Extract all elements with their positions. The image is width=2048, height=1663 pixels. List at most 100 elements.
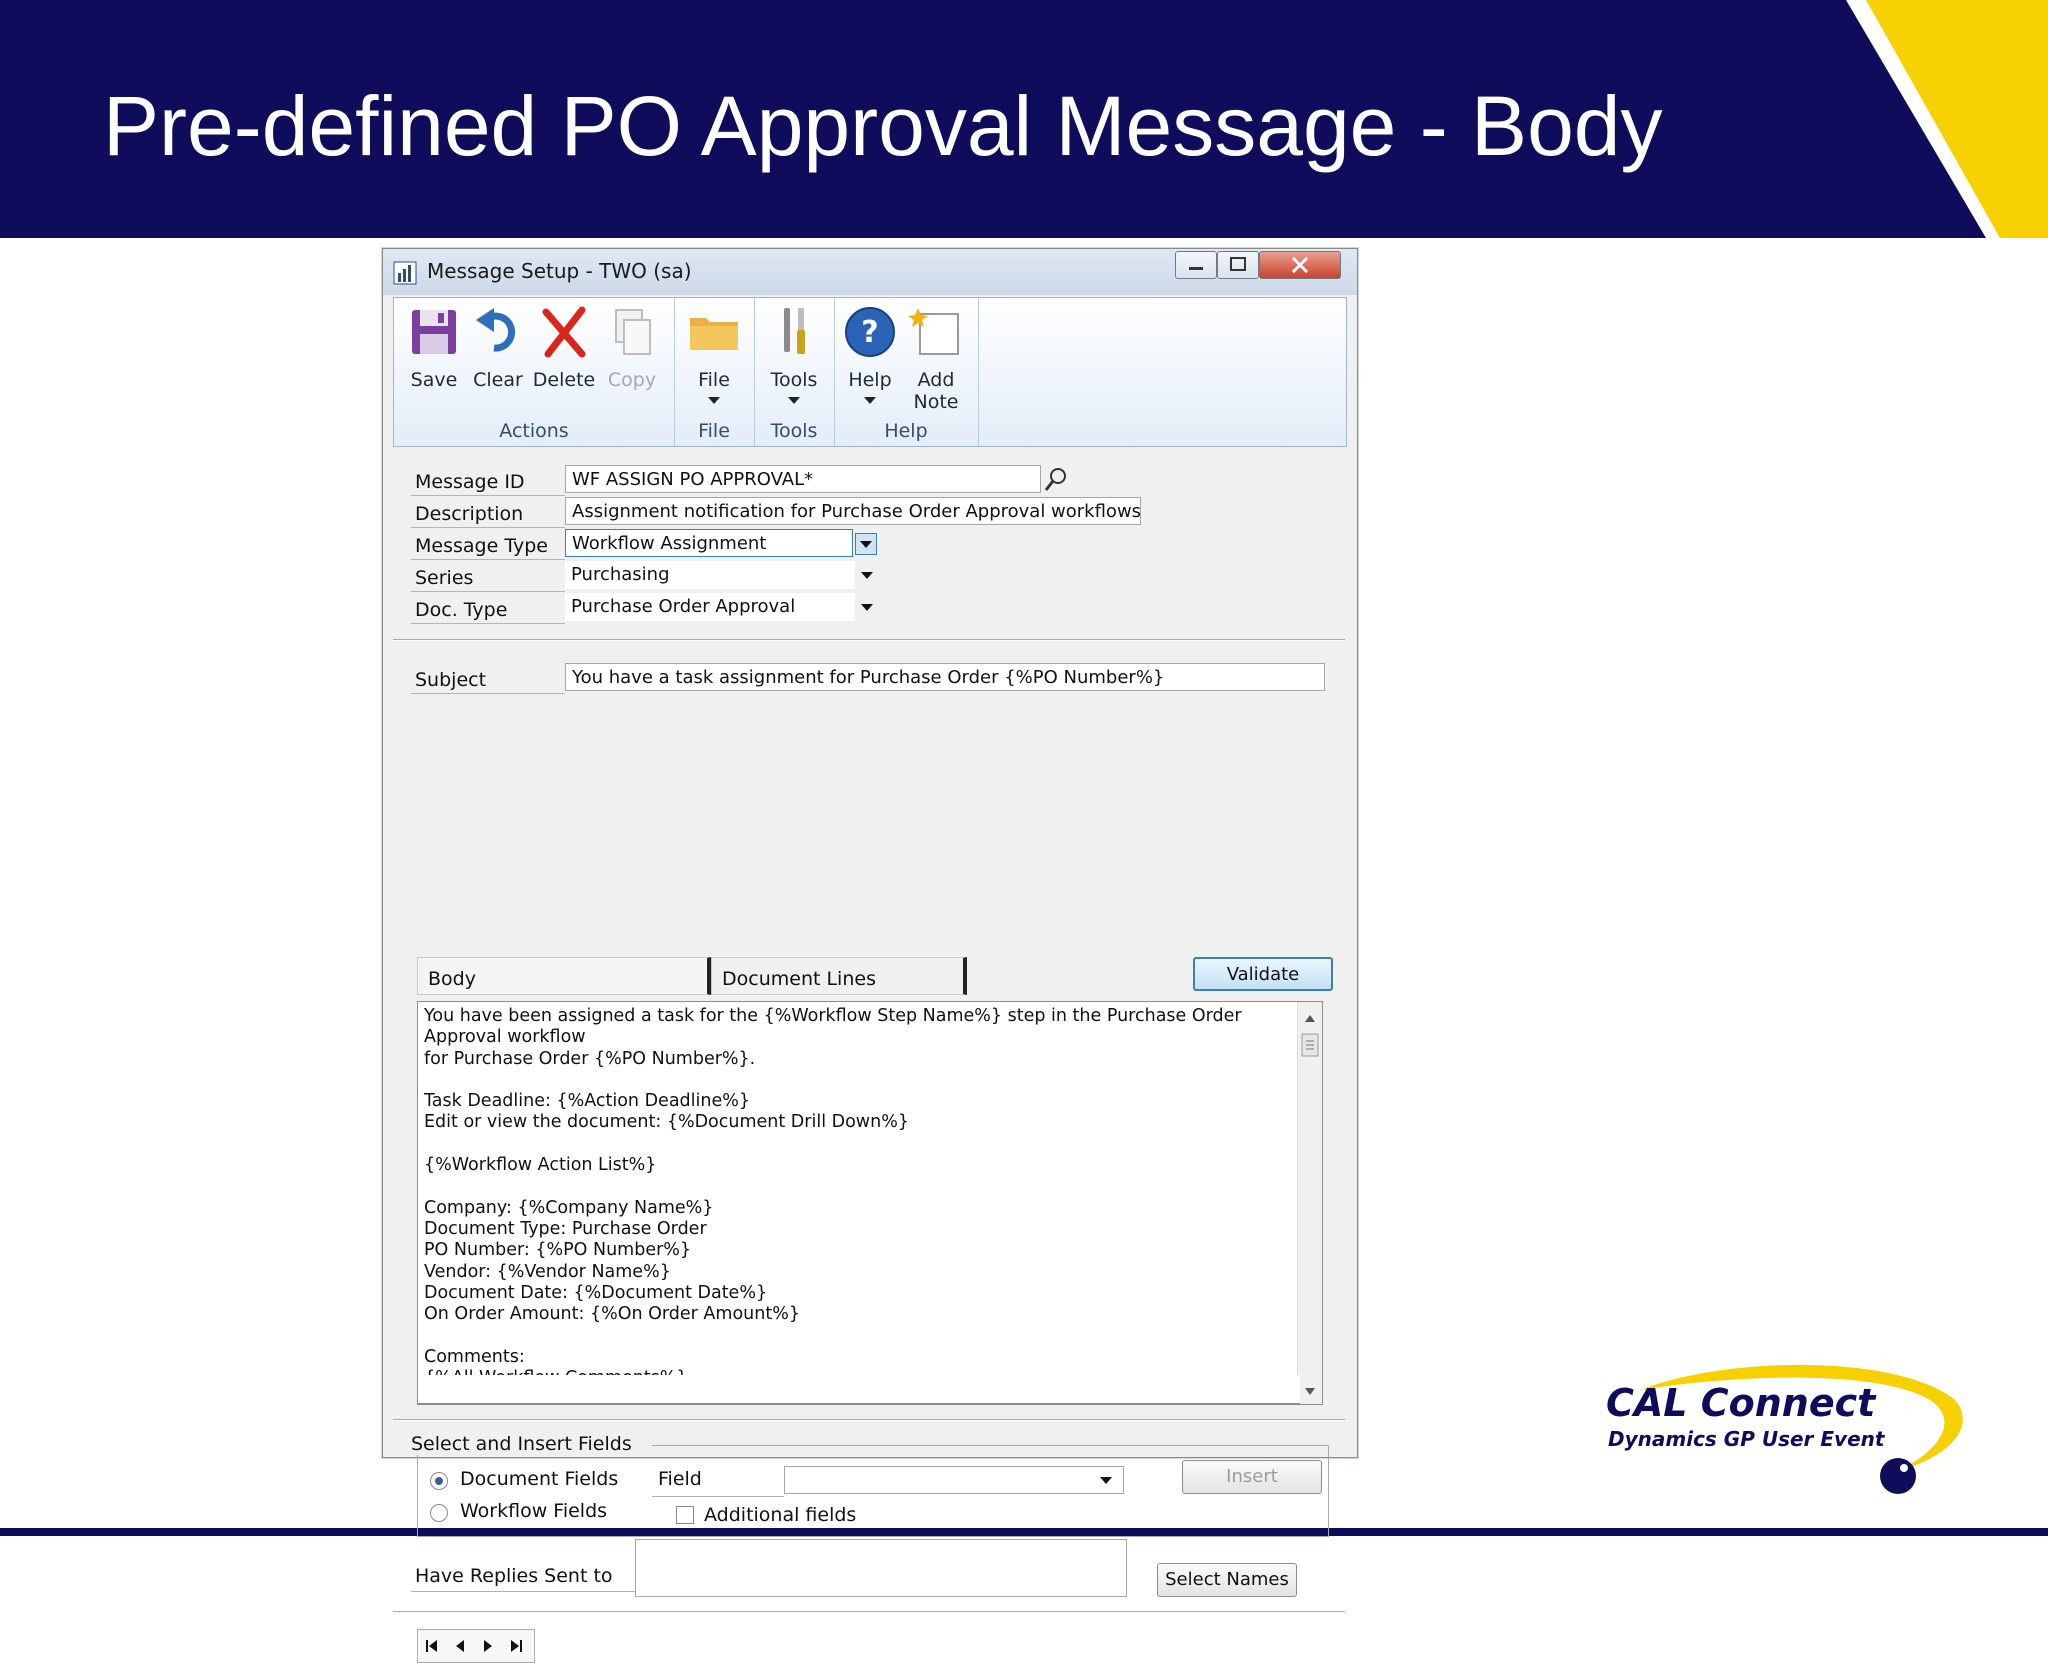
document-fields-label: Document Fields: [460, 1468, 619, 1490]
app-chart-icon: [393, 261, 417, 285]
help-button[interactable]: ? Help: [838, 304, 902, 404]
series-dropdown-button[interactable]: [857, 565, 877, 585]
field-select[interactable]: [784, 1466, 1124, 1494]
select-names-button[interactable]: Select Names: [1157, 1563, 1297, 1597]
body-text-bottom: [417, 1375, 1300, 1404]
body-text: You have been assigned a task for the {%…: [424, 1006, 1242, 1388]
copy-button[interactable]: Copy: [600, 304, 664, 391]
cal-connect-logo-graphic: CAL Connect Dynamics GP User Event: [1606, 1364, 1963, 1494]
undo-icon: [476, 308, 516, 352]
add-note-label-1: Add: [917, 369, 955, 391]
delete-button[interactable]: Delete: [530, 304, 598, 391]
document-fields-radio[interactable]: [430, 1472, 448, 1490]
delete-label: Delete: [532, 369, 596, 391]
tab-document-lines-label: Document Lines: [722, 968, 876, 990]
folder-icon: [690, 318, 738, 350]
first-record-icon[interactable]: [424, 1638, 440, 1654]
divider: [393, 639, 1345, 641]
clear-label: Clear: [473, 369, 523, 391]
chevron-down-icon: [864, 397, 876, 404]
chevron-down-icon: [1100, 1477, 1112, 1484]
ribbon-group-tools: Tools Tools: [754, 298, 835, 446]
tools-button[interactable]: Tools: [762, 304, 826, 404]
have-replies-sent-to-label: Have Replies Sent to: [415, 1565, 613, 1587]
save-icon: [412, 310, 456, 354]
replies-label-cell: Have Replies Sent to: [411, 1563, 635, 1592]
body-text-area[interactable]: You have been assigned a task for the {%…: [417, 1001, 1323, 1405]
minimize-button[interactable]: [1175, 251, 1217, 279]
doc-type-dropdown-button[interactable]: [857, 597, 877, 617]
tools-icon: [784, 308, 805, 354]
svg-text:CAL Connect: CAL Connect: [1606, 1381, 1877, 1425]
file-button[interactable]: File: [682, 304, 746, 404]
divider: [393, 1611, 1345, 1613]
ribbon-group-file: File File: [674, 298, 755, 446]
additional-fields-checkbox[interactable]: [676, 1506, 694, 1524]
clear-button[interactable]: Clear: [466, 304, 530, 391]
message-type-select[interactable]: Workflow Assignment: [565, 529, 853, 557]
chevron-down-icon: [860, 541, 872, 548]
group-label-tools: Tools: [770, 420, 818, 442]
close-button[interactable]: [1259, 251, 1341, 279]
message-id-label-cell: Message ID: [411, 467, 565, 496]
subject-label-cell: Subject: [411, 665, 565, 694]
minimize-icon: [1189, 267, 1203, 270]
maximize-button[interactable]: [1217, 251, 1259, 279]
copy-icon: [615, 309, 651, 355]
validate-button[interactable]: Validate: [1193, 957, 1333, 991]
message-type-label-cell: Message Type: [411, 531, 565, 560]
window-titlebar[interactable]: Message Setup - TWO (sa): [383, 249, 1357, 295]
svg-text:?: ?: [861, 315, 878, 350]
field-dropdown-button[interactable]: [1096, 1470, 1116, 1490]
group-label-file: File: [698, 420, 730, 442]
chevron-down-icon: [861, 604, 873, 611]
additional-fields-label: Additional fields: [704, 1504, 857, 1526]
window-title: Message Setup - TWO (sa): [427, 259, 692, 283]
copy-label: Copy: [607, 369, 657, 391]
doc-type-select[interactable]: Purchase Order Approval: [565, 593, 855, 621]
lookup-magnifier-icon[interactable]: [1043, 465, 1071, 493]
add-note-button[interactable]: Add Note: [904, 304, 968, 413]
message-id-label: Message ID: [415, 471, 525, 493]
subject-label: Subject: [415, 669, 487, 691]
close-icon: [1291, 256, 1309, 274]
field-label: Field: [658, 1468, 702, 1490]
ribbon-toolbar: Save Clear Delete Copy Actions File File…: [393, 297, 1347, 447]
tab-body-label: Body: [428, 968, 476, 990]
svg-text:Dynamics GP User Event: Dynamics GP User Event: [1608, 1427, 1886, 1451]
ribbon-group-actions: Save Clear Delete Copy Actions: [394, 298, 675, 446]
cal-connect-logo: CAL Connect Dynamics GP User Event: [1600, 1360, 1980, 1500]
insert-fields-group-label: Select and Insert Fields: [411, 1433, 652, 1455]
group-label-actions: Actions: [499, 420, 569, 442]
doc-type-label: Doc. Type: [415, 599, 508, 621]
body-scrollbar[interactable]: [1297, 1002, 1322, 1404]
replies-recipients-field[interactable]: [635, 1539, 1127, 1597]
series-select[interactable]: Purchasing: [565, 561, 855, 589]
description-label: Description: [415, 503, 524, 525]
add-note-label-2: Note: [913, 391, 959, 413]
doc-type-label-cell: Doc. Type: [411, 595, 565, 624]
slide-title: Pre-defined PO Approval Message - Body: [103, 79, 1663, 173]
subject-field[interactable]: You have a task assignment for Purchase …: [565, 663, 1325, 691]
divider: [393, 1419, 1345, 1421]
message-id-field[interactable]: WF ASSIGN PO APPROVAL*: [565, 465, 1041, 493]
workflow-fields-radio[interactable]: [430, 1504, 448, 1522]
tab-body[interactable]: Body: [417, 957, 711, 995]
next-record-icon[interactable]: [480, 1638, 496, 1654]
help-label: Help: [848, 369, 892, 391]
insert-button[interactable]: Insert: [1182, 1460, 1322, 1494]
save-label: Save: [410, 369, 458, 391]
tab-document-lines[interactable]: Document Lines: [711, 957, 967, 995]
last-record-icon[interactable]: [508, 1638, 524, 1654]
description-field[interactable]: Assignment notification for Purchase Ord…: [565, 497, 1141, 525]
workflow-fields-label: Workflow Fields: [460, 1500, 608, 1522]
description-label-cell: Description: [411, 499, 565, 528]
file-label: File: [698, 369, 730, 391]
previous-record-icon[interactable]: [452, 1638, 468, 1654]
save-button[interactable]: Save: [402, 304, 466, 391]
maximize-icon: [1230, 257, 1246, 271]
delete-x-icon: [542, 306, 586, 358]
scrollbar-icons: [1301, 1015, 1319, 1395]
message-type-dropdown-button[interactable]: [855, 533, 877, 555]
note-icon: [908, 308, 959, 355]
